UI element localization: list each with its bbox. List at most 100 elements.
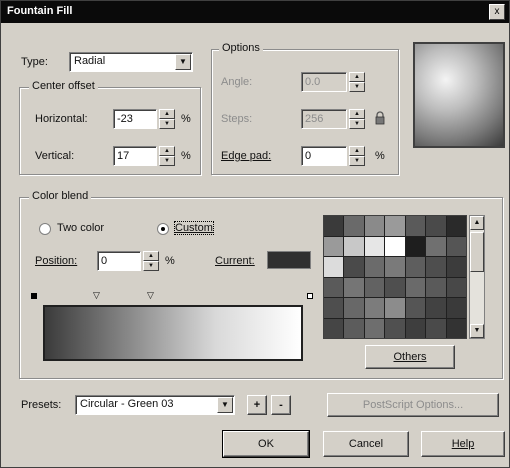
others-button[interactable]: Others [365, 345, 455, 369]
palette-swatch[interactable] [385, 257, 405, 277]
palette-swatch[interactable] [426, 216, 446, 236]
presets-value: Circular - Green 03 [80, 398, 174, 410]
postscript-options-button[interactable]: PostScript Options... [327, 393, 499, 417]
palette-swatch[interactable] [344, 298, 364, 318]
palette-swatch[interactable] [405, 257, 426, 277]
scroll-thumb[interactable] [470, 232, 484, 272]
palette-swatch[interactable] [405, 277, 426, 297]
palette-swatch[interactable] [426, 236, 446, 256]
palette-swatch[interactable] [405, 298, 426, 318]
fill-preview[interactable] [413, 42, 505, 148]
lock-icon[interactable] [375, 111, 385, 125]
blend-point-marker[interactable]: ▽ [147, 291, 154, 300]
presets-label: Presets: [21, 399, 62, 411]
palette-swatch[interactable] [446, 298, 466, 318]
type-value: Radial [74, 55, 106, 67]
palette-swatch[interactable] [405, 318, 426, 338]
spin-down-icon[interactable]: ▼ [349, 156, 365, 166]
palette-swatch[interactable] [385, 318, 405, 338]
help-label: Help [451, 438, 475, 450]
color-blend-bar[interactable] [43, 305, 303, 361]
palette-swatch[interactable] [426, 318, 446, 338]
edge-pad-spinner[interactable]: ▲ ▼ [349, 146, 365, 166]
palette-swatch[interactable] [364, 318, 385, 338]
current-color-swatch[interactable] [267, 251, 311, 269]
position-input[interactable]: 0 [97, 251, 141, 271]
palette-swatch[interactable] [364, 216, 385, 236]
spin-down-icon[interactable]: ▼ [143, 261, 159, 271]
palette-swatch[interactable] [446, 318, 466, 338]
palette-swatch[interactable] [364, 257, 385, 277]
ok-button[interactable]: OK [222, 430, 310, 458]
horizontal-spinner[interactable]: ▲ ▼ [159, 109, 175, 129]
chevron-down-icon[interactable]: ▼ [175, 54, 191, 70]
palette-swatch[interactable] [324, 277, 344, 297]
two-color-label[interactable]: Two color [57, 222, 104, 234]
type-select[interactable]: Radial ▼ [69, 52, 193, 72]
palette-swatch[interactable] [385, 298, 405, 318]
palette-swatch[interactable] [446, 257, 466, 277]
scroll-down-icon[interactable]: ▼ [470, 324, 484, 338]
palette-swatch[interactable] [446, 236, 466, 256]
spin-up-icon[interactable]: ▲ [159, 109, 175, 119]
chevron-down-icon[interactable]: ▼ [217, 397, 233, 413]
horizontal-input[interactable]: -23 [113, 109, 157, 129]
palette-swatch[interactable] [364, 277, 385, 297]
spin-up-icon[interactable]: ▲ [349, 109, 365, 119]
palette-swatch[interactable] [344, 236, 364, 256]
palette-swatch[interactable] [344, 257, 364, 277]
palette-swatch[interactable] [324, 318, 344, 338]
spin-down-icon[interactable]: ▼ [349, 119, 365, 129]
palette-swatch[interactable] [405, 236, 426, 256]
help-button[interactable]: Help [421, 431, 505, 457]
close-icon[interactable]: x [489, 4, 505, 20]
palette-swatch[interactable] [324, 236, 344, 256]
remove-preset-button[interactable]: - [271, 395, 291, 415]
presets-select[interactable]: Circular - Green 03 ▼ [75, 395, 235, 415]
spin-up-icon[interactable]: ▲ [349, 72, 365, 82]
spin-down-icon[interactable]: ▼ [159, 119, 175, 129]
palette-swatch[interactable] [324, 216, 344, 236]
others-label: Others [393, 351, 427, 363]
spin-up-icon[interactable]: ▲ [159, 146, 175, 156]
edge-pad-input[interactable]: 0 [301, 146, 347, 166]
two-color-radio[interactable] [39, 223, 51, 235]
end-color-marker[interactable] [307, 293, 313, 299]
palette-swatch[interactable] [364, 298, 385, 318]
palette-scrollbar[interactable]: ▲ ▼ [469, 215, 485, 339]
cancel-button[interactable]: Cancel [323, 431, 409, 457]
palette-swatch[interactable] [344, 216, 364, 236]
start-color-marker[interactable] [31, 293, 37, 299]
angle-input[interactable]: 0.0 [301, 72, 347, 92]
palette-swatch[interactable] [324, 257, 344, 277]
palette-swatch[interactable] [364, 236, 385, 256]
palette-swatch[interactable] [344, 318, 364, 338]
spin-up-icon[interactable]: ▲ [143, 251, 159, 261]
vertical-input[interactable]: 17 [113, 146, 157, 166]
palette-swatch[interactable] [446, 277, 466, 297]
spin-up-icon[interactable]: ▲ [349, 146, 365, 156]
palette-swatch[interactable] [446, 216, 466, 236]
palette-swatch[interactable] [344, 277, 364, 297]
palette-swatch[interactable] [405, 216, 426, 236]
custom-radio[interactable] [157, 223, 169, 235]
palette-swatch[interactable] [385, 216, 405, 236]
steps-input[interactable]: 256 [301, 109, 347, 129]
scroll-up-icon[interactable]: ▲ [470, 216, 484, 230]
steps-spinner[interactable]: ▲ ▼ [349, 109, 365, 129]
custom-label[interactable]: Custom [174, 221, 214, 235]
palette-swatch[interactable] [385, 236, 405, 256]
position-spinner[interactable]: ▲ ▼ [143, 251, 159, 271]
vertical-spinner[interactable]: ▲ ▼ [159, 146, 175, 166]
palette-swatch[interactable] [426, 277, 446, 297]
palette-swatch[interactable] [324, 298, 344, 318]
palette-swatch[interactable] [385, 277, 405, 297]
angle-spinner[interactable]: ▲ ▼ [349, 72, 365, 92]
blend-point-marker[interactable]: ▽ [93, 291, 100, 300]
palette-swatch[interactable] [426, 257, 446, 277]
color-palette[interactable] [323, 215, 467, 339]
add-preset-button[interactable]: + [247, 395, 267, 415]
spin-down-icon[interactable]: ▼ [349, 82, 365, 92]
palette-swatch[interactable] [426, 298, 446, 318]
spin-down-icon[interactable]: ▼ [159, 156, 175, 166]
